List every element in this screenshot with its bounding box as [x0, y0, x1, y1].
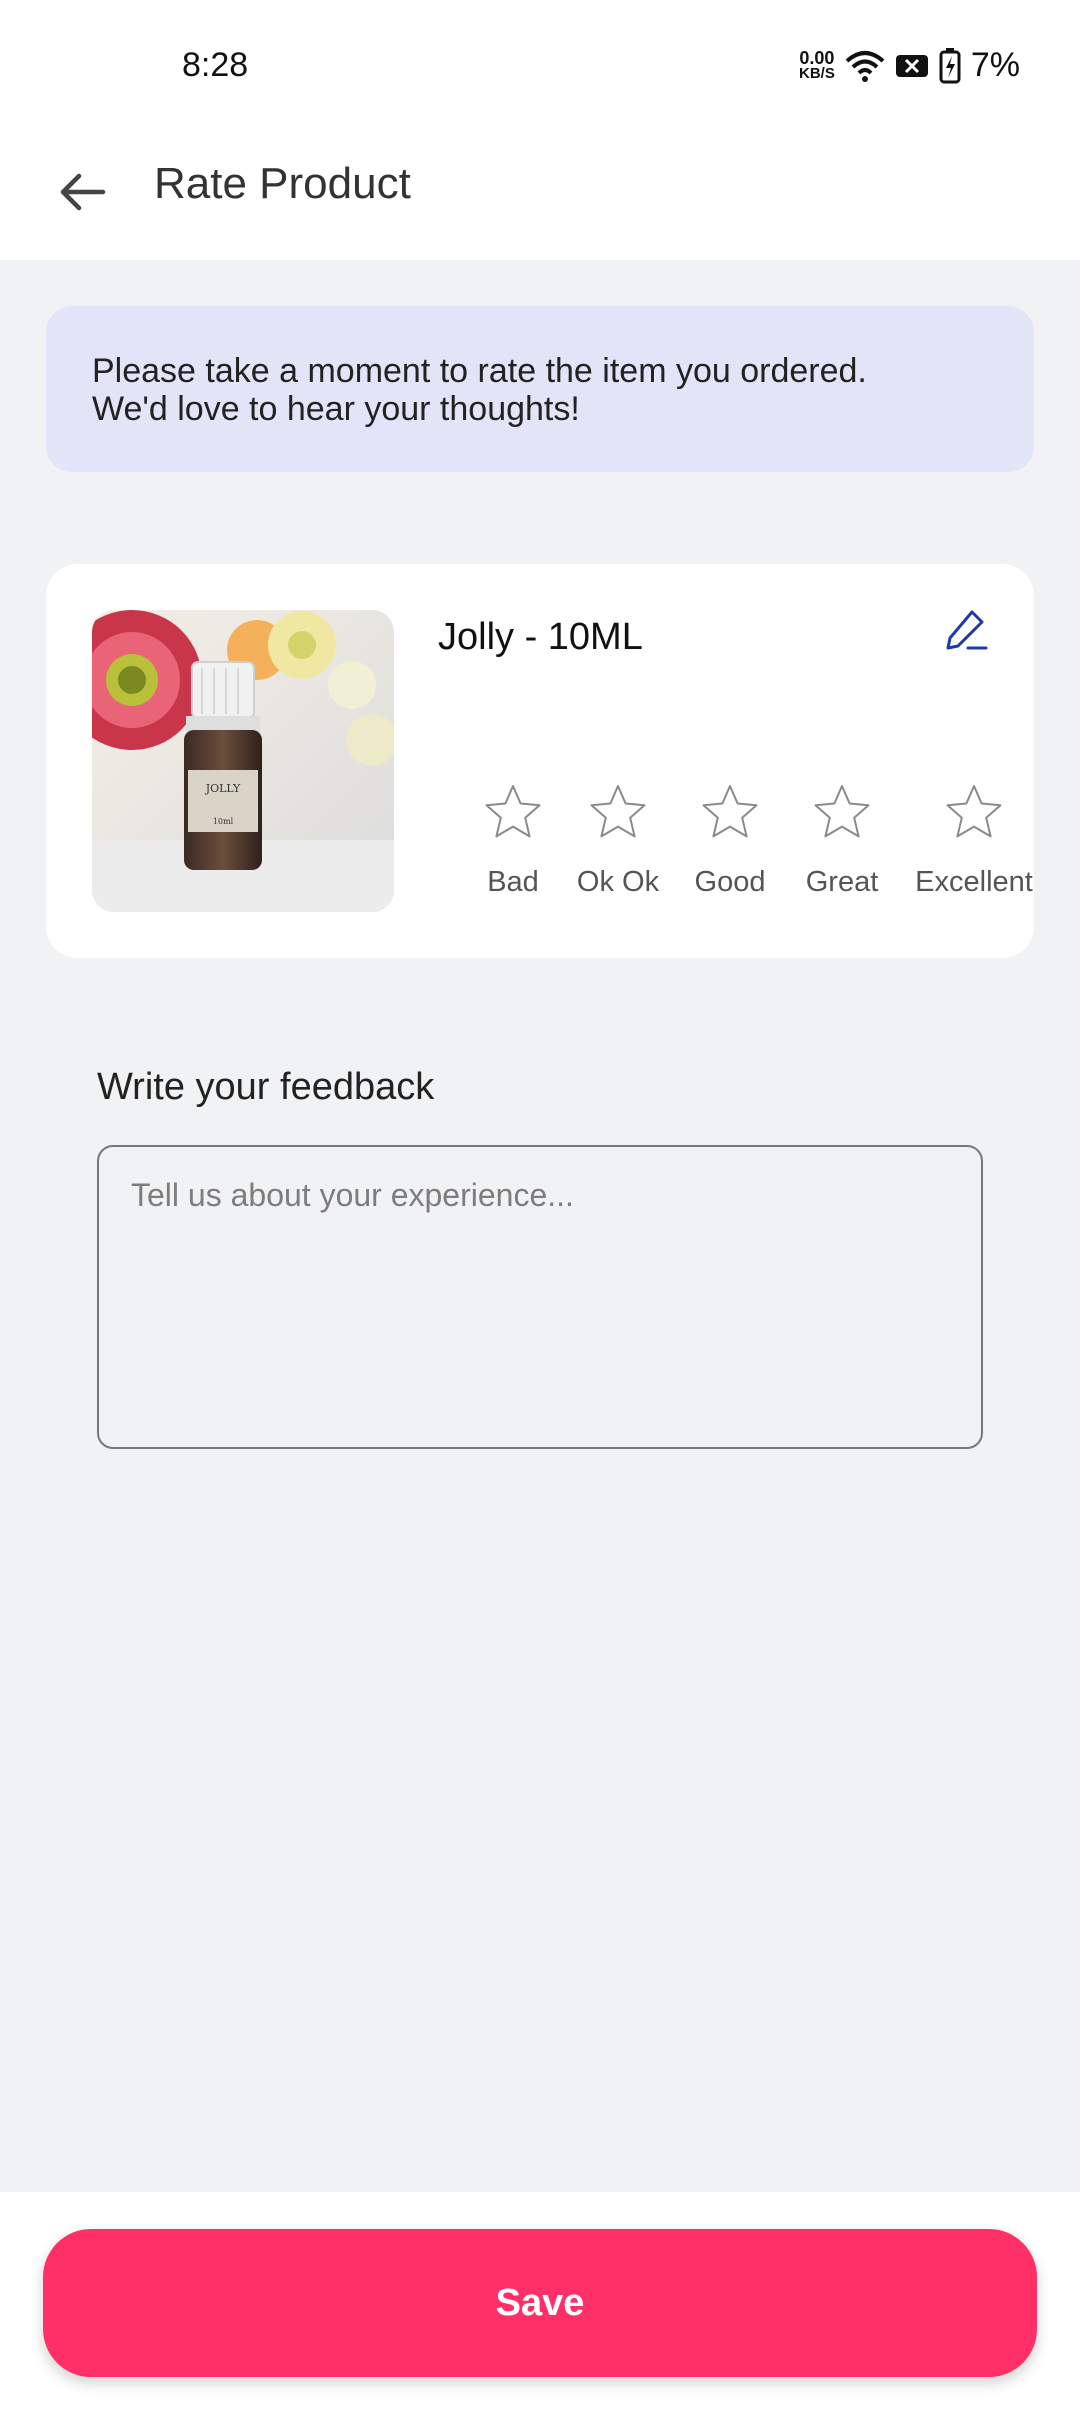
banner-line-2: We'd love to hear your thoughts!: [92, 390, 580, 428]
battery-percent: 7%: [970, 46, 1020, 84]
back-button[interactable]: [50, 160, 114, 224]
no-sim-icon: [895, 54, 928, 77]
rating-option-great[interactable]: Great: [782, 782, 902, 899]
rating-option-good[interactable]: Good: [670, 782, 790, 899]
network-speed: 0.00 KB/S: [799, 47, 835, 82]
product-image: JOLLY 10ml: [92, 610, 394, 912]
rating-option-ok-ok[interactable]: Ok Ok: [558, 782, 678, 899]
rating-label: Great: [805, 866, 879, 898]
network-speed-unit: KB/S: [799, 64, 835, 82]
star-icon: [485, 785, 541, 838]
arrow-left-icon: [60, 173, 106, 211]
battery-charging-icon: [939, 47, 961, 83]
rating-label: Excellent: [915, 866, 1033, 898]
bottle-size-text: 10ml: [213, 817, 234, 826]
network-speed-value: 0.00: [799, 47, 835, 68]
rating-label: Ok Ok: [576, 866, 660, 898]
rating-label: Bad: [487, 866, 539, 898]
status-time: 8:28: [182, 46, 249, 84]
info-banner: Please take a moment to rate the item yo…: [46, 306, 1034, 472]
banner-line-1: Please take a moment to rate the item yo…: [92, 352, 867, 390]
page-title: Rate Product: [154, 159, 411, 208]
star-icon: [702, 785, 758, 838]
star-icon: [946, 785, 1002, 838]
app-header: Rate Product: [0, 135, 1080, 260]
pencil-icon: [946, 610, 988, 650]
rating-options: Bad Ok Ok Good Great Excellent: [438, 782, 1033, 902]
feedback-input[interactable]: [97, 1145, 983, 1449]
product-card: JOLLY 10ml Jolly - 10ML Bad Ok Ok Good Grea…: [46, 564, 1034, 958]
rating-option-bad[interactable]: Bad: [453, 782, 573, 899]
product-name: Jolly - 10ML: [438, 616, 643, 658]
star-icon: [590, 785, 646, 838]
star-icon: [814, 785, 870, 838]
rating-label: Good: [694, 866, 766, 898]
bottle-label-text: JOLLY: [205, 782, 241, 795]
bottle-illustration: JOLLY 10ml: [184, 661, 262, 870]
feedback-label: Write your feedback: [97, 1066, 435, 1108]
status-bar: 8:28 0.00 KB/S 7%: [0, 0, 1080, 135]
save-button[interactable]: Save: [43, 2229, 1037, 2377]
rating-option-excellent[interactable]: Excellent: [914, 782, 1034, 899]
product-photo: JOLLY 10ml: [92, 610, 394, 912]
status-icons: 0.00 KB/S 7%: [799, 46, 1020, 85]
edit-button[interactable]: [942, 606, 990, 654]
wifi-icon: [845, 50, 885, 82]
